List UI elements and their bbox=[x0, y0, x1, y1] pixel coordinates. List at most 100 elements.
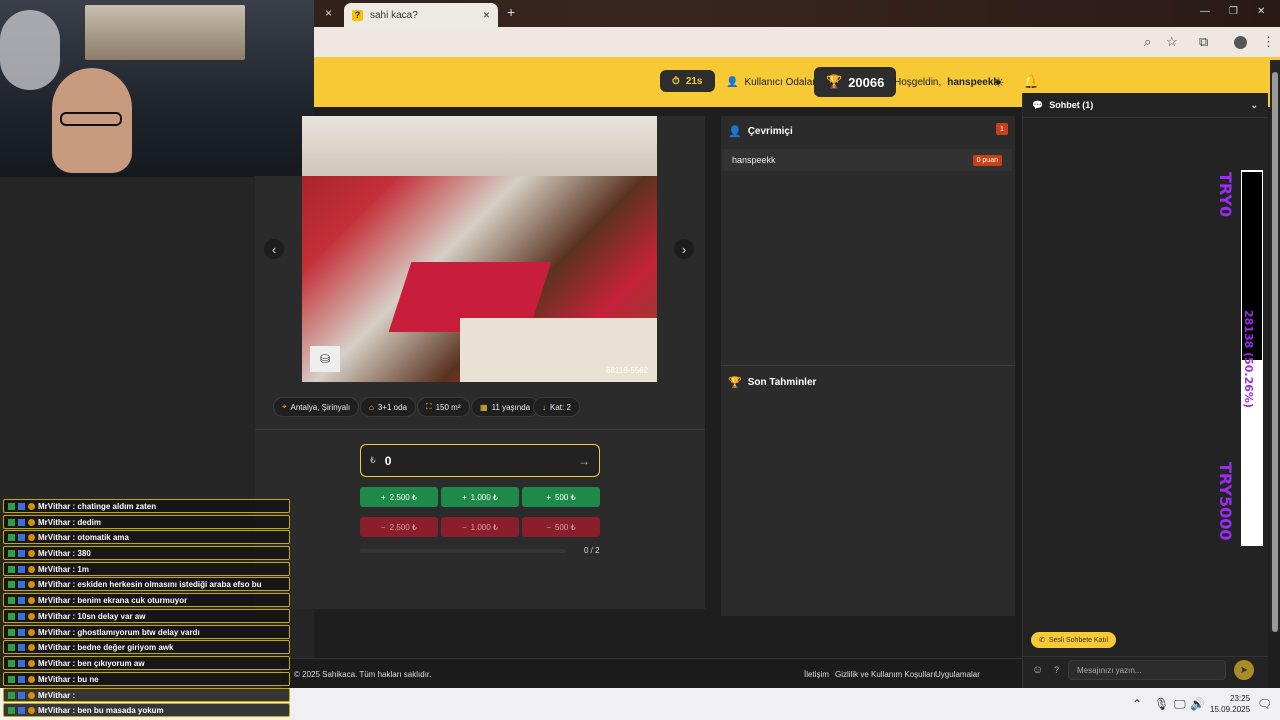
extensions-icon[interactable]: ⧉ bbox=[1199, 34, 1208, 50]
emoji-icon[interactable]: ☺ bbox=[1032, 664, 1043, 676]
tray-chevron-up-icon[interactable]: ⌃ bbox=[1132, 697, 1142, 711]
taskbar-clock[interactable]: 23:25 15.09.2025 bbox=[1210, 693, 1250, 715]
floor-icon: ↓ bbox=[542, 402, 546, 412]
currency-symbol: ₺ bbox=[370, 455, 376, 465]
window-maximize-icon[interactable]: ❐ bbox=[1229, 6, 1238, 17]
overlay-top-text: TRY0 bbox=[1216, 172, 1235, 218]
stream-chat-message: MrVithar : bu ne bbox=[3, 672, 290, 686]
join-voice-chat-button[interactable]: ✆ Sesli Sohbete Katıl bbox=[1031, 632, 1117, 648]
tab-title: sahi kaca? bbox=[370, 9, 418, 21]
location-icon: ⌖ bbox=[282, 402, 287, 411]
guess-value[interactable]: 0 bbox=[385, 454, 569, 468]
footer-link-apps[interactable]: Uygulamalar bbox=[935, 670, 980, 679]
minus-icon: − bbox=[380, 522, 386, 532]
round-timer: ⏱ 21s bbox=[660, 70, 715, 92]
new-tab-icon[interactable]: + bbox=[507, 4, 515, 20]
add-2500-button[interactable]: +2.500 ₺ bbox=[360, 487, 438, 507]
clock-time: 23:25 bbox=[1230, 694, 1251, 703]
user-rooms-button[interactable]: 👤 Kullanıcı Odaları bbox=[714, 67, 830, 97]
online-header: 👤 Çevrimiçi bbox=[728, 125, 793, 138]
send-icon[interactable]: ➤ bbox=[1234, 660, 1254, 680]
recent-guesses-header: 🏆 Son Tahminler bbox=[728, 376, 816, 389]
timer-value: 21s bbox=[685, 75, 703, 87]
streamer-webcam bbox=[0, 0, 314, 177]
webcam-person-left bbox=[0, 10, 60, 90]
tag-rooms: ⌂ 3+1 oda bbox=[360, 397, 416, 417]
microphone-icon[interactable]: 🎙 bbox=[1154, 697, 1169, 711]
subtract-500-button[interactable]: −500 ₺ bbox=[522, 517, 600, 537]
notification-icon[interactable]: 🗨 bbox=[1257, 697, 1272, 711]
add-500-button[interactable]: +500 ₺ bbox=[522, 487, 600, 507]
subtract-2500-button[interactable]: −2.500 ₺ bbox=[360, 517, 438, 537]
photo-next-button[interactable]: › bbox=[674, 239, 694, 259]
clock-date: 15.09.2025 bbox=[1210, 705, 1251, 714]
divider bbox=[255, 429, 705, 430]
welcome-username: hanspeekk bbox=[947, 76, 999, 88]
browser-tab[interactable]: ? sahi kaca? × bbox=[344, 3, 498, 27]
volume-icon[interactable]: 🔊 bbox=[1190, 697, 1205, 711]
webcam-shelf bbox=[85, 5, 245, 60]
footer-copyright: © 2025 Sahikaca. Tüm hakları saklıdır. bbox=[294, 670, 432, 679]
chevron-down-icon[interactable]: ⌄ bbox=[1250, 100, 1258, 111]
area-icon: ⛶ bbox=[426, 402, 432, 411]
photo-ceiling bbox=[302, 116, 657, 176]
window-minimize-icon[interactable]: — bbox=[1200, 6, 1210, 17]
submit-arrow-icon[interactable]: → bbox=[578, 454, 590, 468]
plus-icon: + bbox=[461, 492, 467, 502]
welcome-prefix: Hoşgeldin, bbox=[894, 76, 942, 88]
footer-link-contact[interactable]: İletişim bbox=[804, 670, 829, 679]
players-panel bbox=[721, 116, 1015, 616]
window-close-icon[interactable]: ✕ bbox=[1257, 6, 1265, 17]
round-progress-bar bbox=[360, 549, 566, 553]
plus-icon: + bbox=[546, 492, 551, 502]
stream-chat-message: MrVithar : 380 bbox=[3, 546, 290, 560]
online-user-row: hanspeekk 0 puan bbox=[722, 149, 1012, 171]
panel-divider bbox=[721, 365, 1015, 366]
user-icon: 👤 bbox=[726, 76, 739, 88]
stream-chat-message: MrVithar : 10sn delay var aw bbox=[3, 609, 290, 623]
building-icon: ▦ bbox=[480, 402, 488, 412]
stream-chat-message: MrVithar : ghostlamıyorum btw delay vard… bbox=[3, 625, 290, 639]
bookmark-star-icon[interactable]: ☆ bbox=[1166, 34, 1178, 50]
stream-chat-message: MrVithar : ben bu masada yokum bbox=[3, 703, 290, 717]
users-icon: 👤 bbox=[728, 126, 742, 138]
stream-chat-message: MrVithar : eskiden herkesin olmasını ist… bbox=[3, 577, 290, 591]
minus-icon: − bbox=[546, 522, 551, 532]
overlay-bottom-text: TRY5000 bbox=[1216, 462, 1235, 541]
price-guess-input[interactable]: ₺ 0 → bbox=[360, 444, 600, 477]
stream-chat-message: MrVithar : benim ekrana cuk oturmuyor bbox=[3, 593, 290, 607]
phone-icon: ✆ bbox=[1039, 637, 1045, 644]
add-1000-button[interactable]: +1.000 ₺ bbox=[441, 487, 519, 507]
tag-area: ⛶ 150 m² bbox=[417, 397, 470, 417]
agency-logo-icon: ⛁ bbox=[310, 346, 340, 372]
stopwatch-icon: ⏱ bbox=[672, 75, 680, 87]
overlay-mid-text: 28138 (50.26%) bbox=[1242, 310, 1255, 408]
stream-chat-message: MrVithar : bbox=[3, 688, 290, 702]
footer-link-privacy[interactable]: Gizlilik ve Kullanım Koşulları bbox=[835, 670, 935, 679]
online-user-points: 0 puan bbox=[972, 154, 1002, 166]
profile-avatar[interactable] bbox=[1234, 36, 1247, 49]
chat-bubble-icon: 💬 bbox=[1032, 99, 1044, 110]
online-user-name: hanspeekk bbox=[732, 155, 776, 165]
chat-message-input[interactable]: Mesajınızı yazın... bbox=[1068, 660, 1226, 680]
zoom-icon[interactable]: ⌕ bbox=[1144, 34, 1151, 50]
plus-icon: + bbox=[380, 492, 386, 502]
theme-toggle-sun-icon[interactable]: ☀ bbox=[993, 75, 1005, 91]
help-icon[interactable]: ? bbox=[1054, 665, 1059, 675]
tag-location: ⌖ Antalya, Şirinyalı bbox=[273, 397, 360, 417]
chat-title: Sohbet (1) bbox=[1049, 100, 1094, 110]
menu-dots-icon[interactable]: ⋮ bbox=[1262, 34, 1275, 50]
tab-close-icon[interactable]: × bbox=[483, 8, 490, 22]
trophy-icon: 🏆 bbox=[728, 377, 742, 389]
scrollbar-thumb[interactable] bbox=[1272, 72, 1278, 632]
photo-prev-button[interactable]: ‹ bbox=[264, 239, 284, 259]
chat-header[interactable]: 💬 Sohbet (1) ⌄ bbox=[1022, 93, 1268, 118]
welcome-text: Hoşgeldin, hanspeekk bbox=[882, 67, 1011, 97]
tag-age: ▦ 11 yaşında bbox=[471, 397, 540, 417]
subtract-1000-button[interactable]: −1.000 ₺ bbox=[441, 517, 519, 537]
home-icon: ⌂ bbox=[369, 402, 374, 412]
notification-bell-icon[interactable]: 🔔 bbox=[1023, 74, 1039, 90]
network-icon[interactable]: 🖵 bbox=[1174, 697, 1186, 712]
stream-chat-message: MrVithar : otomatik ama bbox=[3, 530, 290, 544]
prev-tab-close-icon[interactable]: × bbox=[325, 6, 332, 20]
